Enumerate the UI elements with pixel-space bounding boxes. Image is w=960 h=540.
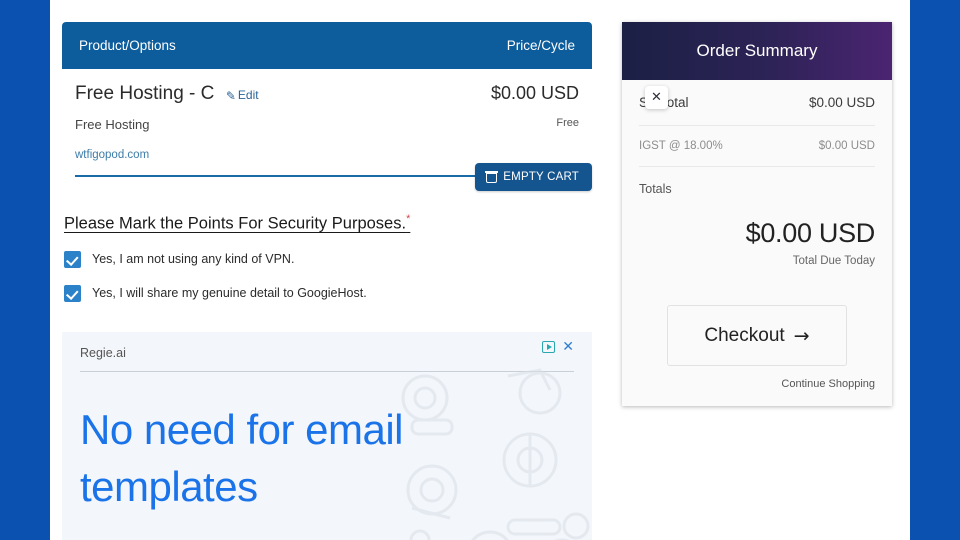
empty-cart-label: EMPTY CART	[503, 171, 579, 183]
browser-viewport: Product/Options Price/Cycle Free Hosting…	[0, 0, 960, 540]
summary-grand-total: $0.00 USD	[745, 218, 876, 248]
order-summary-title: Order Summary	[622, 22, 892, 80]
advertisement-banner[interactable]: Regie.ai ✕ No need for email templates	[62, 332, 592, 540]
cart-item-name: Free Hosting - C	[75, 83, 215, 104]
arrow-right-icon: →	[793, 324, 810, 347]
checkout-label: Checkout	[704, 324, 785, 346]
cart-item-name-group: Free Hosting - C ✎ Edit	[75, 83, 259, 105]
cart-item-secondary-line: Free Hosting Free	[75, 117, 579, 132]
security-section: Please Mark the Points For Security Purp…	[62, 191, 592, 302]
security-option-vpn[interactable]: Yes, I am not using any kind of VPN.	[64, 250, 592, 268]
ad-header: Regie.ai ✕	[80, 340, 574, 360]
cart-item-row: Free Hosting - C ✎ Edit $0.00 USD Free Ho…	[62, 69, 592, 177]
cart-item-primary-line: Free Hosting - C ✎ Edit $0.00 USD	[75, 83, 579, 105]
cart-table-header: Product/Options Price/Cycle	[62, 22, 592, 69]
edit-product-link[interactable]: ✎ Edit	[225, 88, 259, 103]
summary-due-label: Total Due Today	[792, 255, 875, 267]
checkout-button[interactable]: Checkout →	[667, 305, 847, 366]
cart-item-option-price: Free	[556, 117, 579, 129]
security-heading: Please Mark the Points For Security Purp…	[64, 213, 410, 234]
ad-close-icon[interactable]: ✕	[562, 340, 574, 354]
summary-row-totals: Totals	[639, 167, 875, 196]
checkbox-vpn[interactable]	[64, 250, 81, 268]
trash-icon	[485, 171, 499, 183]
order-summary-panel: Order Summary Subtotal $0.00 USD IGST @ …	[622, 22, 892, 406]
adchoices-icon[interactable]	[542, 341, 556, 353]
continue-shopping-link[interactable]: Continue Shopping	[639, 378, 875, 406]
ad-divider	[80, 371, 574, 372]
security-heading-text: Please Mark the Points For Security Purp…	[64, 214, 407, 233]
cart-item-price: $0.00 USD	[490, 83, 579, 103]
close-overlay-button[interactable]: ✕	[645, 86, 668, 109]
security-option-genuine-detail-label: Yes, I will share my genuine detail to G…	[92, 286, 367, 300]
summary-tax-label: IGST @ 18.00%	[639, 140, 723, 152]
ad-control-icons: ✕	[542, 340, 574, 354]
cart-header-product-column: Product/Options	[79, 38, 176, 53]
cart-item-option-name: Free Hosting	[75, 117, 150, 132]
required-asterisk: *	[406, 213, 411, 225]
checkbox-genuine-detail[interactable]	[64, 284, 81, 302]
cart-item-domain-link[interactable]: wtfigopod.com	[75, 149, 579, 161]
checkout-row: Checkout →	[639, 305, 875, 366]
pencil-icon: ✎	[225, 89, 236, 103]
security-option-vpn-label: Yes, I am not using any kind of VPN.	[92, 252, 295, 266]
summary-row-tax: IGST @ 18.00% $0.00 USD	[639, 126, 875, 167]
cart-panel: Product/Options Price/Cycle Free Hosting…	[62, 22, 592, 302]
cart-header-price-column: Price/Cycle	[506, 38, 575, 53]
summary-subtotal-value: $0.00 USD	[808, 95, 875, 110]
ad-brand-label: Regie.ai	[80, 346, 126, 360]
ad-headline: No need for email templates	[80, 406, 404, 510]
summary-totals-label: Totals	[639, 182, 672, 196]
empty-cart-button[interactable]: EMPTY CART	[475, 163, 592, 191]
security-option-genuine-detail[interactable]: Yes, I will share my genuine detail to G…	[64, 284, 592, 302]
summary-tax-value: $0.00 USD	[818, 140, 875, 152]
empty-cart-row: EMPTY CART	[62, 163, 592, 191]
summary-row-subtotal: Subtotal $0.00 USD	[639, 80, 875, 126]
edit-product-label: Edit	[237, 88, 259, 102]
page-sheet: Product/Options Price/Cycle Free Hosting…	[50, 0, 910, 540]
order-summary-body: Subtotal $0.00 USD IGST @ 18.00% $0.00 U…	[622, 80, 892, 406]
